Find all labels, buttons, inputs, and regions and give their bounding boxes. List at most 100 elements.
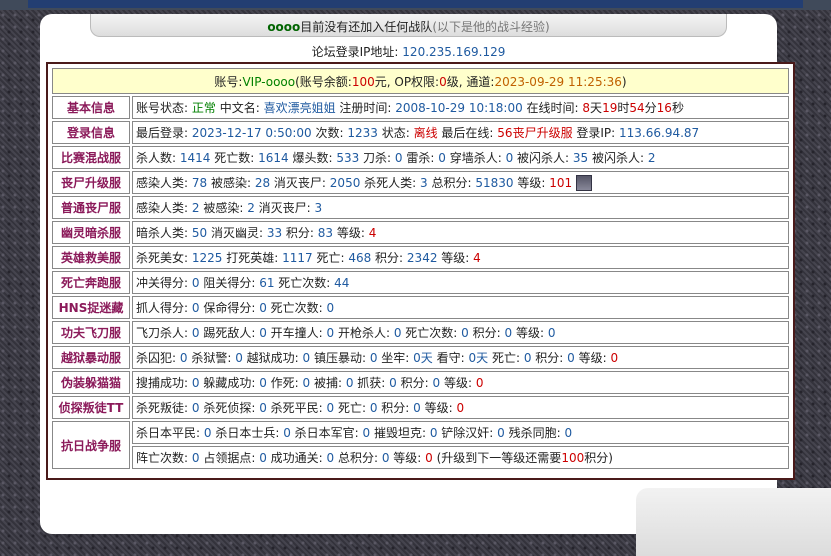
- top-stripe: [28, 0, 803, 8]
- server-stats-cell: 最后登录: 2023-12-17 0:50:00 次数: 1233 状态: 离线…: [132, 121, 789, 144]
- server-label: HNS捉迷藏: [52, 296, 130, 319]
- stat-label: 时: [617, 101, 630, 115]
- clan-status-hint: (以下是他的战斗经验): [432, 20, 550, 34]
- stat-value: 19: [602, 101, 618, 115]
- stat-value: 0: [413, 401, 421, 415]
- stat-label: 状态:: [377, 126, 414, 140]
- stat-value: 101: [549, 175, 573, 190]
- ip-label: 论坛登录IP地址:: [311, 45, 399, 59]
- stat-label: 看守:: [432, 351, 469, 365]
- stat-value: 0: [191, 451, 200, 465]
- ip-value: 120.235.169.129: [402, 45, 506, 59]
- stat-value: 50: [191, 226, 208, 240]
- top-bar: [0, 0, 831, 10]
- server-stats-cell: 杀人数: 1414 死亡数: 1614 爆头数: 533 刀杀: 0 雷杀: 0…: [132, 146, 789, 169]
- forum-ip-line: 论坛登录IP地址: 120.235.169.129: [40, 43, 777, 60]
- stat-value: 0: [362, 426, 371, 440]
- stat-label: (升级到下一等级还需要: [432, 451, 562, 465]
- stat-label: 抓人得分:: [136, 301, 192, 315]
- stat-label: 作死:: [266, 376, 303, 390]
- stat-value: 0: [283, 426, 291, 440]
- stat-label: 阵亡次数:: [136, 451, 192, 465]
- stat-value: 0: [461, 326, 469, 340]
- server-stats-cell: 阵亡次数: 0 占领据点: 0 成功通关: 0 总积分: 0 等级: 0 (升级…: [132, 446, 789, 469]
- stat-label: 被感染:: [207, 175, 255, 190]
- stats-table: 账号:VIP-oooo(账号余额:100元, OP权限:0级, 通道:2023-…: [50, 66, 791, 471]
- stat-value: 468: [348, 251, 372, 265]
- stat-label: 死亡:: [488, 351, 524, 365]
- stat-value: 1117: [282, 251, 313, 265]
- account-timestamp: 2023-09-29 11:25:36: [494, 74, 622, 89]
- stat-value: 1414: [179, 151, 211, 165]
- stat-value: 0: [191, 276, 200, 290]
- stat-value: 0: [259, 326, 267, 340]
- stat-label: 总积分:: [427, 175, 476, 190]
- stat-value: 0: [191, 326, 200, 340]
- server-stats-cell: 杀死叛徒: 0 杀死侦探: 0 杀死平民: 0 死亡: 0 积分: 0 等级: …: [132, 396, 789, 419]
- stat-label: 暗杀人类:: [136, 226, 192, 240]
- server-stats-cell: 杀日本平民: 0 杀日本士兵: 0 杀日本军官: 0 摧毁坦克: 0 铲除汉奸:…: [132, 421, 789, 444]
- stat-label: 穿墙杀人:: [445, 151, 506, 165]
- stat-value: 4: [473, 251, 481, 265]
- stat-label: 杀死美女:: [136, 251, 192, 265]
- server-label: 死亡奔跑服: [52, 271, 130, 294]
- server-label: 功夫飞刀服: [52, 321, 130, 344]
- stat-value: 0: [438, 151, 446, 165]
- op-level: 0: [439, 74, 447, 89]
- stat-label: 中文名:: [215, 101, 264, 115]
- stat-value: 0天: [468, 351, 489, 365]
- stat-label: 等级:: [420, 401, 457, 415]
- stat-label: 死亡次数:: [274, 276, 335, 290]
- clan-status-title: oooo目前没有还加入任何战队(以下是他的战斗经验): [40, 18, 777, 35]
- stat-value: 0: [389, 376, 397, 390]
- stat-label: 刀杀:: [359, 151, 395, 165]
- stats-frame: 账号:VIP-oooo(账号余额:100元, OP权限:0级, 通道:2023-…: [46, 62, 795, 480]
- stat-label: 秒: [671, 101, 684, 115]
- stat-value: 44: [334, 276, 350, 290]
- stat-value: 33: [266, 226, 283, 240]
- stat-value: 113.66.94.87: [619, 126, 700, 140]
- stat-label: 消灭丧尸:: [270, 175, 330, 190]
- stat-label: 积分:: [396, 376, 433, 390]
- stat-label: 等级:: [440, 376, 476, 390]
- account-label: 账号:: [214, 74, 243, 89]
- stat-value: 2: [191, 201, 200, 215]
- stat-label: 积分:: [468, 326, 505, 340]
- stat-label: 等级:: [512, 326, 548, 340]
- server-label: 基本信息: [52, 96, 130, 119]
- stat-value: 0: [302, 351, 311, 365]
- server-label: 英雄救美服: [52, 246, 130, 269]
- stat-label: 开枪杀人:: [334, 326, 394, 340]
- stat-label: 杀死叛徒:: [136, 401, 192, 415]
- stat-label: 打死英雄:: [222, 251, 283, 265]
- server-stats-row: 登录信息 最后登录: 2023-12-17 0:50:00 次数: 1233 状态…: [52, 121, 789, 144]
- stat-value: 16: [656, 101, 672, 115]
- server-label: 伪装躲猫猫: [52, 371, 130, 394]
- stat-value: 3: [314, 201, 323, 215]
- stat-label: 死亡次数:: [401, 326, 462, 340]
- stat-value: 0: [326, 451, 335, 465]
- stat-value: 0: [394, 151, 403, 165]
- stat-label: 杀人数:: [136, 151, 180, 165]
- stat-value: 0: [475, 376, 484, 390]
- stat-label: 积分): [584, 451, 613, 465]
- server-label: 丧尸升级服: [52, 171, 130, 194]
- server-stats-row: 伪装躲猫猫 搜捕成功: 0 躲藏成功: 0 作死: 0 被捕: 0 抓获: 0 积…: [52, 371, 789, 394]
- stat-label: 死亡次数:: [266, 301, 327, 315]
- stat-value: 1614: [258, 151, 289, 165]
- stat-label: 坐牢:: [377, 351, 414, 365]
- stat-label: 死亡:: [334, 401, 370, 415]
- stat-value: 0天: [413, 351, 433, 365]
- balance-value: 100: [351, 74, 375, 89]
- stat-label: 最后登录:: [136, 126, 192, 140]
- stat-label: 残杀同胞:: [504, 426, 565, 440]
- server-stats-cell: 感染人类: 78 被感染: 28 消灭丧尸: 2050 杀死人类: 3 总积分:…: [132, 171, 789, 194]
- stat-value: 3: [420, 175, 428, 190]
- stat-label: 分: [644, 101, 657, 115]
- stat-label: 感染人类:: [136, 201, 192, 215]
- stat-value: 0: [191, 301, 200, 315]
- stat-value: 离线: [413, 126, 438, 140]
- stat-label: 杀狱警:: [187, 351, 236, 365]
- server-stats-row: 死亡奔跑服 冲关得分: 0 阻关得分: 61 死亡次数: 44: [52, 271, 789, 294]
- server-label: 登录信息: [52, 121, 130, 144]
